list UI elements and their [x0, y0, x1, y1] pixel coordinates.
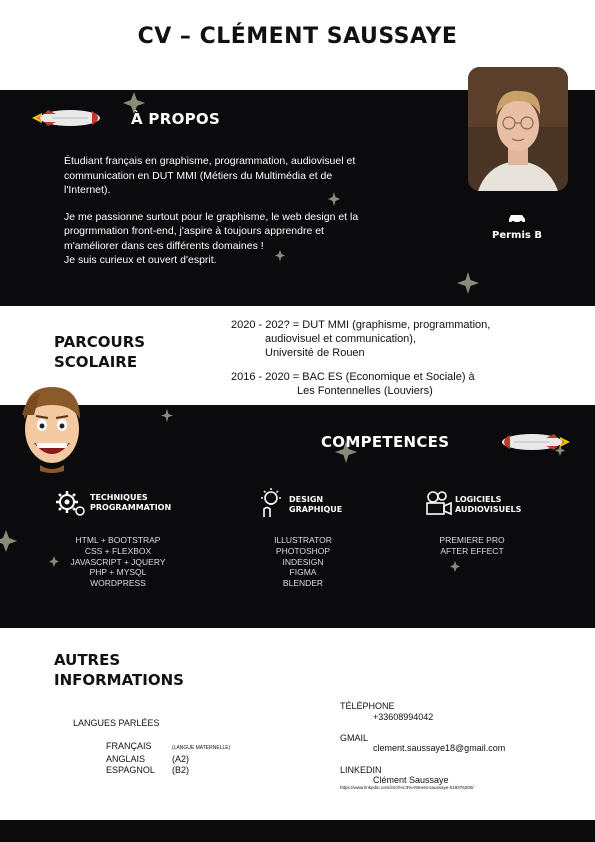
skill-heading-line: PROGRAMMATION: [90, 503, 172, 512]
rocket-icon: [32, 110, 100, 126]
autres-heading-line: INFORMATIONS: [54, 671, 184, 689]
language-level: (A2): [172, 754, 190, 764]
competences-heading: COMPETENCES: [321, 433, 450, 451]
email-link[interactable]: clement.saussaye18@gmail.com: [373, 743, 505, 753]
skill-heading-line: LOGICIELS: [455, 495, 502, 504]
lightbulb-hand-icon: [261, 488, 281, 517]
star-icon: [161, 409, 173, 422]
skill-item: AFTER EFFECT: [440, 545, 504, 556]
avatar-icon: [22, 387, 80, 473]
about-text: Étudiant français en graphisme, programm…: [64, 154, 444, 268]
language-row: ANGLAIS (A2): [106, 754, 230, 765]
skill-item: JAVASCRIPT + JQUERY: [70, 556, 166, 567]
car-icon: [509, 215, 525, 224]
skill-item: FIGMA: [289, 567, 317, 578]
skill-item: INDESIGN: [282, 556, 324, 567]
about-line: m'améliorer dans ces différents domaines…: [64, 239, 264, 252]
about-line: Étudiant français en graphisme, programm…: [64, 155, 356, 167]
skill-heading: DESIGN GRAPHIQUE: [289, 495, 342, 515]
skill-item: ILLUSTRATOR: [274, 535, 332, 545]
linkedin-name[interactable]: Clément Saussaye: [373, 775, 449, 785]
langues-label: LANGUES PARLÉES: [73, 718, 160, 728]
about-heading: À PROPOS: [131, 110, 221, 128]
skill-list: ILLUSTRATOR PHOTOSHOP INDESIGN FIGMA BLE…: [243, 535, 363, 589]
language-name: ANGLAIS: [106, 754, 146, 764]
rocket-icon: [502, 434, 570, 450]
skill-heading-line: TECHNIQUES: [90, 493, 148, 502]
skill-item: CSS + FLEXBOX: [84, 545, 152, 556]
email-label: GMAIL: [340, 733, 369, 743]
languages-list: FRANÇAIS (LANGUE MATERNELLE) ANGLAIS (A2) …: [106, 741, 230, 776]
parcours-entry-line: 2016 - 2020 = BAC ES (Economique et Soci…: [231, 371, 475, 383]
language-name: FRANÇAIS: [106, 741, 152, 751]
about-line: l'Internet).: [64, 184, 111, 196]
skill-item: PREMIERE PRO: [439, 535, 505, 545]
star-icon: [457, 272, 479, 294]
gears-icon: [56, 491, 85, 516]
about-line: Je suis curieux et ouvert d'esprit.: [64, 254, 217, 266]
portrait-icon: [468, 67, 568, 191]
language-level: (B2): [172, 765, 190, 775]
parcours-entry-line: Les Fontennelles (Louviers): [297, 385, 433, 397]
star-icon: [0, 530, 17, 552]
parcours-heading: PARCOURS SCOLAIRE: [54, 332, 145, 372]
language-level: (LANGUE MATERNELLE): [172, 745, 231, 751]
star-icon: [450, 561, 460, 572]
parcours-entries: 2020 - 202? = DUT MMI (graphisme, progra…: [231, 318, 571, 398]
skill-item: PHOTOSHOP: [275, 545, 331, 556]
language-row: ESPAGNOL (B2): [106, 765, 230, 776]
language-row: FRANÇAIS (LANGUE MATERNELLE): [106, 741, 230, 754]
skill-list: PREMIERE PRO AFTER EFFECT: [412, 535, 532, 557]
skill-heading: LOGICIELS AUDIOVISUELS: [455, 495, 521, 515]
skill-heading-line: DESIGN: [289, 495, 324, 504]
phone-label: TÉLÉPHONE: [340, 701, 395, 711]
linkedin-label: LINKEDIN: [340, 765, 382, 775]
skill-list: HTML + BOOTSTRAP CSS + FLEXBOX JAVASCRIP…: [48, 535, 188, 589]
skill-item: BLENDER: [282, 578, 324, 589]
permis-label: Permis B: [492, 230, 542, 241]
video-camera-icon: [426, 491, 452, 516]
skill-item: PHP + MYSQL: [89, 567, 147, 578]
linkedin-url[interactable]: https://www.linkedin.com/in/cl%C3%A9ment…: [340, 785, 474, 790]
parcours-heading-line: PARCOURS: [54, 333, 146, 351]
about-line: progrmmation front-end, j'aspire à toujo…: [64, 225, 324, 237]
autres-heading-line: AUTRES: [54, 651, 121, 669]
skill-item: WORDPRESS: [90, 578, 146, 589]
about-line: Je me passionne surtout pour le graphism…: [64, 210, 359, 223]
profile-photo: [468, 67, 568, 191]
parcours-entry-line: 2020 - 202? = DUT MMI (graphisme, progra…: [231, 319, 491, 331]
about-line: communication en DUT MMI (Métiers du Mul…: [64, 169, 333, 182]
phone-value[interactable]: +33608994042: [373, 712, 433, 722]
parcours-entry-line: Université de Rouen: [265, 347, 365, 359]
autres-heading: AUTRES INFORMATIONS: [54, 650, 184, 690]
footer-band: [0, 820, 595, 842]
skill-heading-line: GRAPHIQUE: [289, 505, 343, 514]
language-name: ESPAGNOL: [106, 765, 155, 775]
parcours-heading-line: SCOLAIRE: [54, 353, 138, 371]
page-title: CV – CLÉMENT SAUSSAYE: [137, 24, 458, 49]
parcours-entry-line: audiovisuel et communication),: [265, 333, 417, 345]
skill-heading-line: AUDIOVISUELS: [455, 505, 522, 514]
skill-item: HTML + BOOTSTRAP: [75, 535, 161, 545]
skill-heading: TECHNIQUES PROGRAMMATION: [90, 493, 171, 513]
